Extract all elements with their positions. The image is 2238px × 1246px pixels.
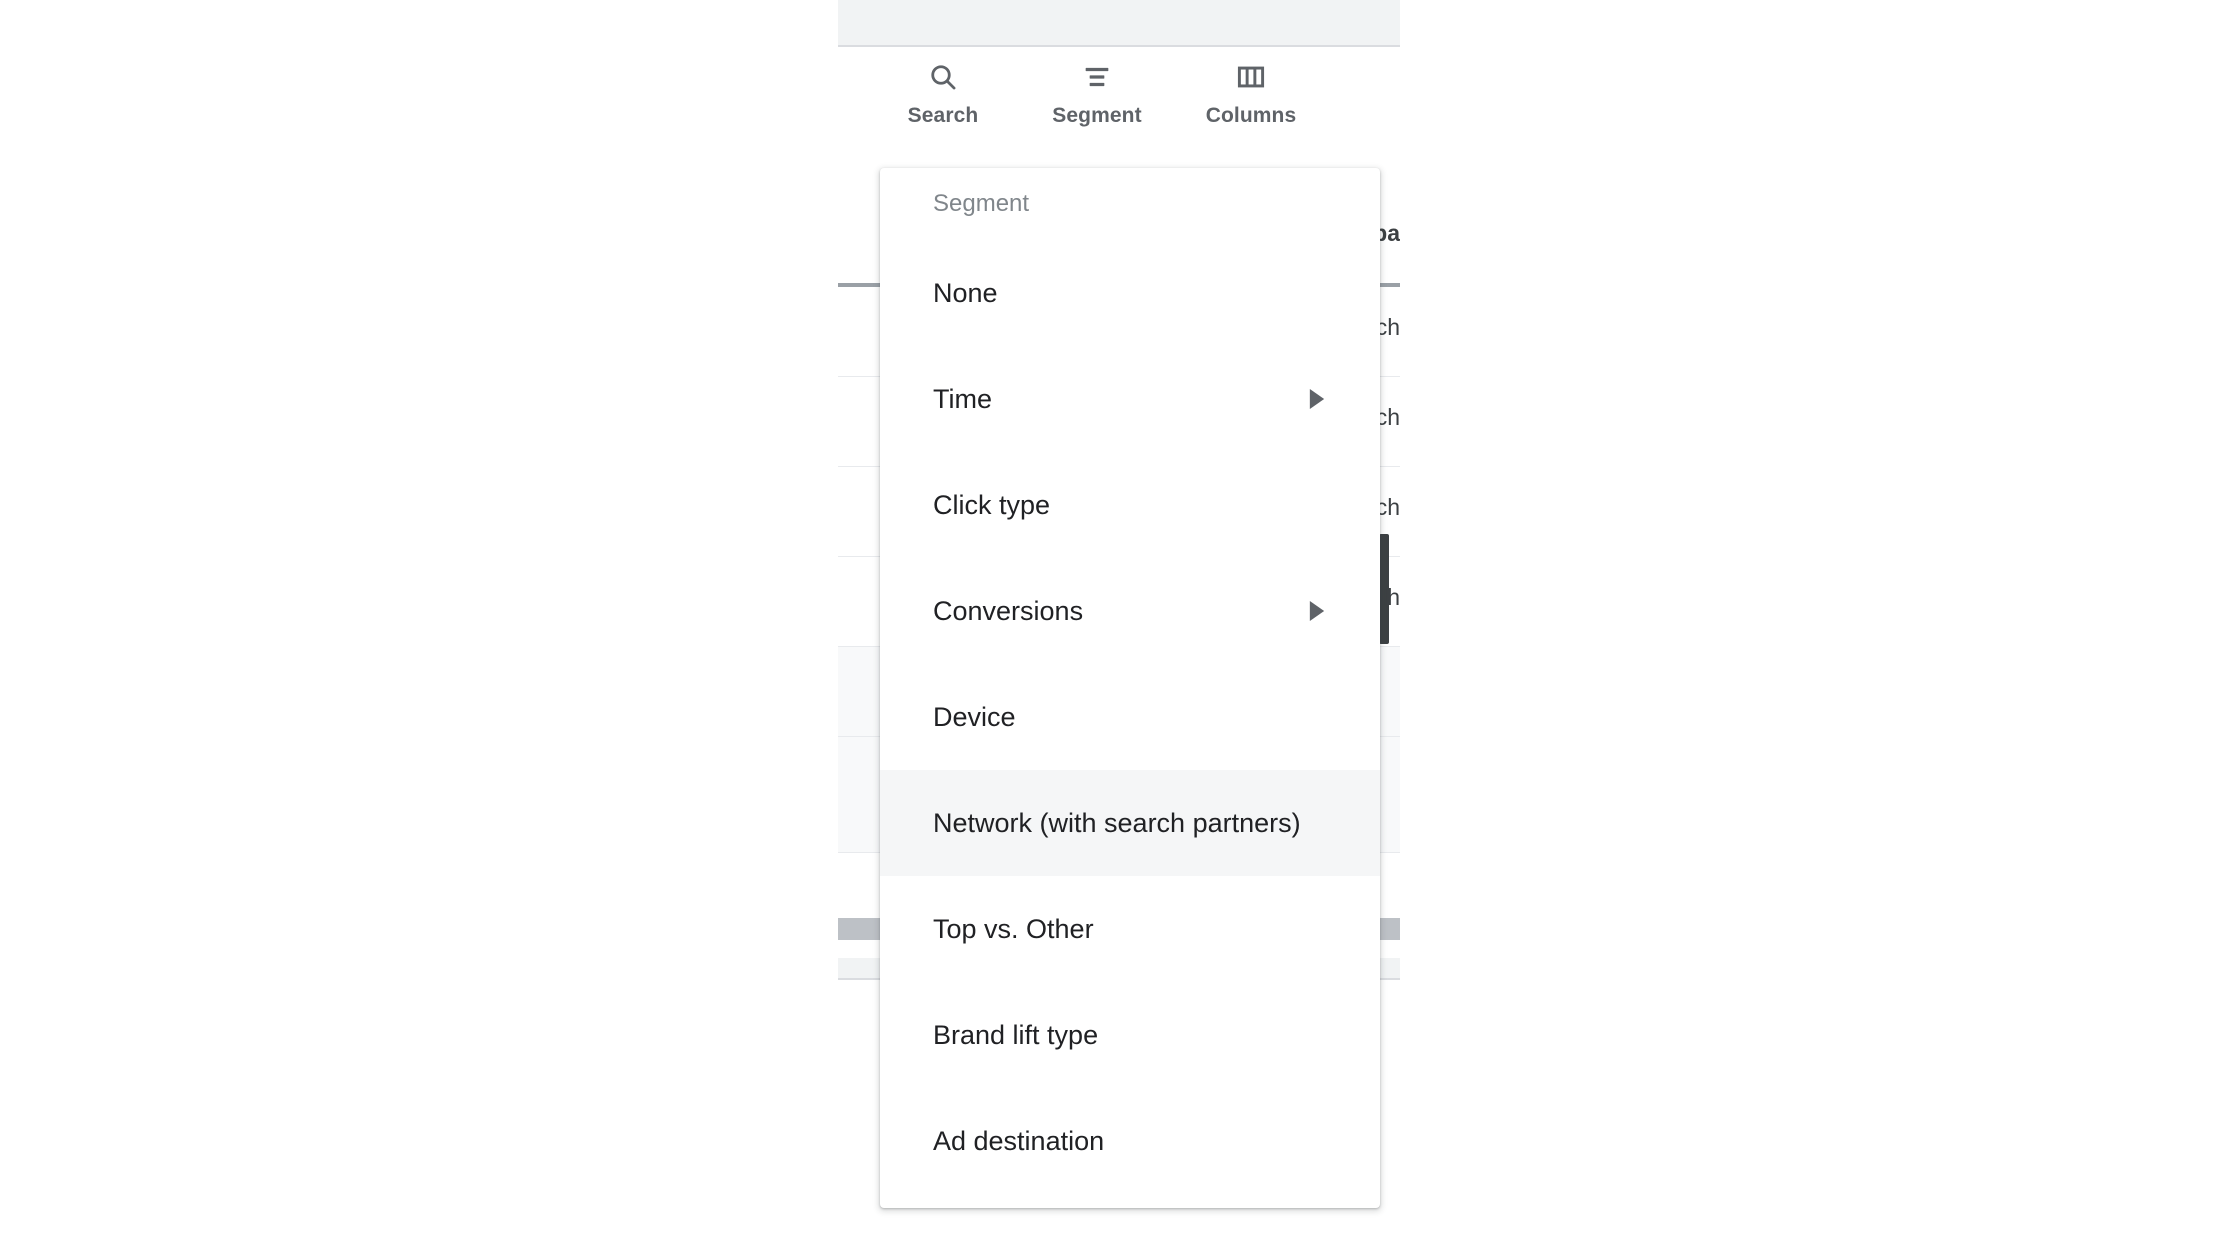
menu-item-none[interactable]: None xyxy=(880,240,1380,346)
search-button-label: Search xyxy=(907,104,979,127)
menu-item-time[interactable]: Time xyxy=(880,346,1380,452)
columns-button[interactable]: Columns xyxy=(1174,47,1328,147)
menu-item-label: Ad destination xyxy=(933,1125,1105,1156)
menu-item-label: Click type xyxy=(933,489,1051,520)
menu-item-conversions[interactable]: Conversions xyxy=(880,558,1380,664)
table-toolbar: Search Segment Columns xyxy=(838,45,1400,166)
segment-button[interactable]: Segment xyxy=(1020,47,1174,147)
segment-menu-header: Segment xyxy=(933,190,1030,217)
menu-item-click-type[interactable]: Click type xyxy=(880,452,1380,558)
chevron-right-icon xyxy=(1306,598,1328,624)
menu-item-brand-lift-type[interactable]: Brand lift type xyxy=(880,982,1380,1088)
segment-icon xyxy=(1080,60,1114,94)
menu-item-label: Conversions xyxy=(933,595,1084,626)
screen: pa ch ch ch ch xyxy=(0,0,2238,1246)
columns-button-label: Columns xyxy=(1205,104,1297,127)
column-resize-handle[interactable] xyxy=(1379,534,1389,644)
menu-item-ad-destination[interactable]: Ad destination xyxy=(880,1088,1380,1194)
menu-item-label: Time xyxy=(933,383,992,414)
columns-icon xyxy=(1234,60,1268,94)
search-icon xyxy=(926,60,960,94)
menu-item-top-vs-other[interactable]: Top vs. Other xyxy=(880,876,1380,982)
menu-item-network-with-search-partners[interactable]: Network (with search partners) xyxy=(880,770,1380,876)
toolbar-buttons: Search Segment Columns xyxy=(838,47,1400,166)
search-button[interactable]: Search xyxy=(866,47,1020,147)
menu-item-device[interactable]: Device xyxy=(880,664,1380,770)
menu-item-label: None xyxy=(933,277,998,308)
menu-item-label: Device xyxy=(933,701,1016,732)
menu-item-label: Top vs. Other xyxy=(933,913,1094,944)
segment-dropdown-menu: Segment None Time Click type Conversions xyxy=(880,168,1380,1208)
segment-button-label: Segment xyxy=(1052,104,1142,127)
menu-item-label: Brand lift type xyxy=(933,1019,1099,1050)
chevron-right-icon xyxy=(1306,386,1328,412)
menu-item-label: Network (with search partners) xyxy=(933,807,1301,838)
